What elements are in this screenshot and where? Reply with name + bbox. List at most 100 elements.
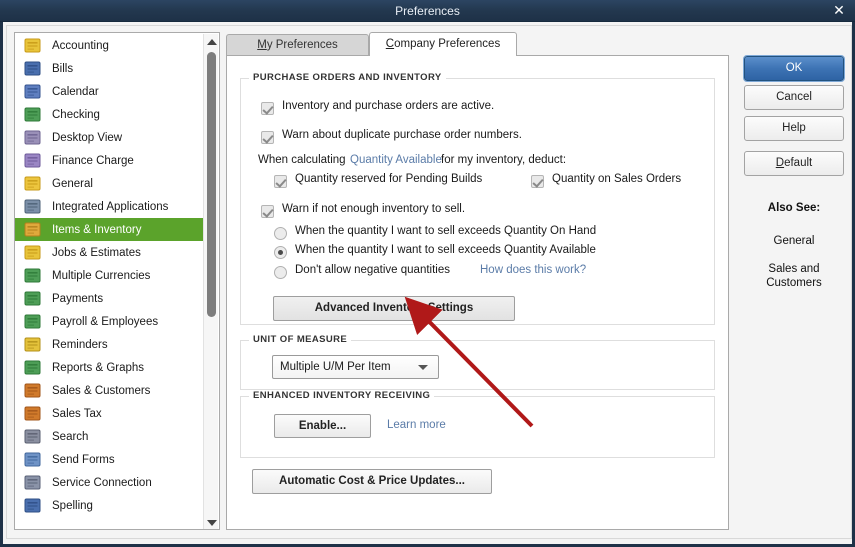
ok-button[interactable]: OK: [743, 55, 845, 82]
advanced-inventory-settings-button[interactable]: Advanced Inventory Settings: [273, 296, 515, 321]
preferences-sidebar: Accounting Bills Calendar Checking Desktop V…: [14, 32, 220, 530]
tab-my-preferences-label: y Preferences: [266, 39, 338, 51]
sidebar-item-label: Bills: [52, 62, 74, 75]
spelling-icon: [23, 497, 43, 515]
sidebar-list: Accounting Bills Calendar Checking Desktop V…: [15, 34, 203, 517]
unit-of-measure-group: UNIT OF MEASURE Multiple U/M Per Item: [240, 334, 715, 390]
sidebar-item-desktop-view[interactable]: Desktop View: [15, 126, 203, 149]
checkbox-inventory-active[interactable]: [261, 102, 274, 115]
sidebar-item-label: Calendar: [52, 85, 99, 98]
radio-exceeds-quantity-on-hand[interactable]: [274, 227, 287, 240]
desktop-view-icon: [23, 129, 43, 147]
sidebar-item-service-connection[interactable]: Service Connection: [15, 471, 203, 494]
cancel-button[interactable]: Cancel: [744, 85, 844, 110]
preferences-window: Preferences ✕ Accounting Bills Calendar Che…: [0, 0, 855, 547]
sidebar-item-sales-tax[interactable]: Sales Tax: [15, 402, 203, 425]
help-button[interactable]: Help: [744, 116, 844, 141]
sidebar-item-calendar[interactable]: Calendar: [15, 80, 203, 103]
preferences-main-panel: My Preferences Company Preferences PURCH…: [226, 32, 729, 530]
checkbox-inventory-active-label: Inventory and purchase orders are active…: [282, 100, 495, 112]
checkbox-sales-orders[interactable]: [531, 175, 544, 188]
enable-button[interactable]: Enable...: [274, 414, 371, 438]
sidebar-item-payroll-employees[interactable]: Payroll & Employees: [15, 310, 203, 333]
also-see-link-sales-and-customers[interactable]: Sales and Customers: [735, 262, 853, 290]
checkbox-warn-duplicate-po[interactable]: [261, 131, 274, 144]
sidebar-item-jobs-estimates[interactable]: Jobs & Estimates: [15, 241, 203, 264]
scroll-up-arrow-icon[interactable]: [204, 34, 219, 49]
sidebar-item-label: Jobs & Estimates: [52, 246, 141, 259]
default-button[interactable]: Default: [744, 151, 844, 176]
sidebar-scrollbar[interactable]: [203, 34, 219, 529]
checkbox-warn-not-enough-inventory[interactable]: [261, 205, 274, 218]
radio-dont-allow-negative-label: Don't allow negative quantities: [295, 264, 450, 276]
sidebar-item-accounting[interactable]: Accounting: [15, 34, 203, 57]
multiple-currencies-icon: [23, 267, 43, 285]
sidebar-item-search[interactable]: Search: [15, 425, 203, 448]
sidebar-item-sales-customers[interactable]: Sales & Customers: [15, 379, 203, 402]
sidebar-item-send-forms[interactable]: Send Forms: [15, 448, 203, 471]
sidebar-item-finance-charge[interactable]: Finance Charge: [15, 149, 203, 172]
checking-icon: [23, 106, 43, 124]
sidebar-item-payments[interactable]: Payments: [15, 287, 203, 310]
sidebar-item-multiple-currencies[interactable]: Multiple Currencies: [15, 264, 203, 287]
search-icon: [23, 428, 43, 446]
sidebar-item-label: Sales & Customers: [52, 384, 151, 397]
enhanced-inventory-receiving-group-title: ENHANCED INVENTORY RECEIVING: [249, 390, 435, 401]
reminders-icon: [23, 336, 43, 354]
dialog-inner: Accounting Bills Calendar Checking Desktop V…: [6, 25, 852, 539]
title-bar: Preferences ✕: [0, 0, 855, 22]
finance-charge-icon: [23, 152, 43, 170]
sidebar-item-general[interactable]: General: [15, 172, 203, 195]
sidebar-item-label: Reports & Graphs: [52, 361, 145, 374]
automatic-cost-price-updates-button[interactable]: Automatic Cost & Price Updates...: [252, 469, 492, 494]
calendar-icon: [23, 83, 43, 101]
sales-tax-icon: [23, 405, 43, 423]
window-title: Preferences: [395, 4, 460, 18]
items-inventory-icon: [23, 221, 43, 239]
sidebar-item-label: Items & Inventory: [52, 223, 142, 236]
bottom-cutoff-sliver: [430, 543, 610, 547]
unit-of-measure-select[interactable]: Multiple U/M Per Item: [272, 355, 439, 379]
sidebar-item-bills[interactable]: Bills: [15, 57, 203, 80]
tab-my-preferences[interactable]: My Preferences: [226, 34, 369, 55]
tab-bar: My Preferences Company Preferences: [226, 32, 729, 56]
send-forms-icon: [23, 451, 43, 469]
sidebar-item-label: Reminders: [52, 338, 108, 351]
also-see-link-general[interactable]: General: [735, 234, 853, 248]
sidebar-item-reminders[interactable]: Reminders: [15, 333, 203, 356]
when-calculating-suffix: for my inventory, deduct:: [441, 154, 567, 166]
sidebar-item-reports-graphs[interactable]: Reports & Graphs: [15, 356, 203, 379]
sidebar-item-label: Accounting: [52, 39, 109, 52]
purchase-orders-group-title: PURCHASE ORDERS AND INVENTORY: [249, 72, 446, 83]
sidebar-item-label: Sales Tax: [52, 407, 102, 420]
tab-company-preferences-label: ompany Preferences: [394, 38, 501, 50]
sidebar-item-integrated-applications[interactable]: Integrated Applications: [15, 195, 203, 218]
checkbox-pending-builds[interactable]: [274, 175, 287, 188]
tab-page-company-preferences: PURCHASE ORDERS AND INVENTORY Inventory …: [226, 55, 729, 530]
sidebar-item-checking[interactable]: Checking: [15, 103, 203, 126]
sidebar-item-label: Finance Charge: [52, 154, 134, 167]
sidebar-item-label: Send Forms: [52, 453, 115, 466]
also-see-heading: Also See:: [767, 202, 821, 214]
when-calculating-prefix: When calculating: [258, 154, 346, 166]
sidebar-item-label: Integrated Applications: [52, 200, 169, 213]
accounting-icon: [23, 37, 43, 55]
sidebar-item-label: Multiple Currencies: [52, 269, 151, 282]
unit-of-measure-value: Multiple U/M Per Item: [280, 361, 391, 373]
radio-exceeds-quantity-on-hand-label: When the quantity I want to sell exceeds…: [295, 225, 597, 237]
sidebar-item-label: Payroll & Employees: [52, 315, 159, 328]
sidebar-item-spelling[interactable]: Spelling: [15, 494, 203, 517]
scroll-down-arrow-icon[interactable]: [204, 515, 219, 529]
radio-exceeds-quantity-available[interactable]: [274, 246, 287, 259]
radio-exceeds-quantity-available-label: When the quantity I want to sell exceeds…: [295, 244, 596, 256]
checkbox-warn-duplicate-po-label: Warn about duplicate purchase order numb…: [282, 129, 522, 141]
quantity-available-link[interactable]: Quantity Available: [350, 154, 442, 166]
how-does-this-work-link[interactable]: How does this work?: [480, 264, 586, 276]
learn-more-link[interactable]: Learn more: [387, 419, 446, 431]
general-icon: [23, 175, 43, 193]
radio-dont-allow-negative[interactable]: [274, 266, 287, 279]
scrollbar-thumb[interactable]: [207, 52, 216, 317]
sidebar-item-items-inventory[interactable]: Items & Inventory: [15, 218, 203, 241]
close-icon[interactable]: ✕: [829, 2, 849, 20]
tab-company-preferences[interactable]: Company Preferences: [369, 32, 517, 56]
